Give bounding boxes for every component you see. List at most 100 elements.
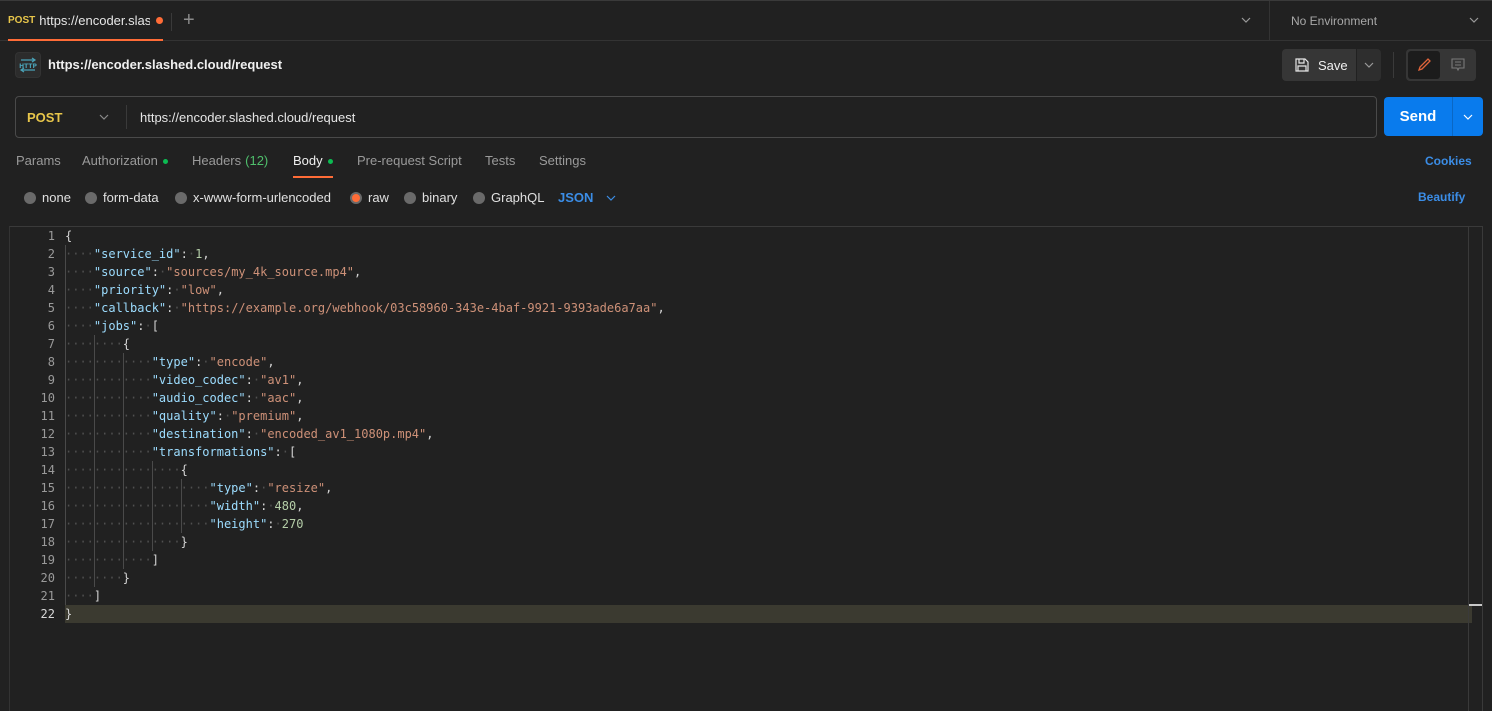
send-options-button[interactable] — [1452, 97, 1483, 136]
divider — [126, 105, 127, 129]
line-number: 18 — [40, 535, 55, 549]
comments-button[interactable] — [1442, 51, 1474, 79]
method-select[interactable]: POST — [16, 97, 127, 137]
line-number: 8 — [47, 355, 55, 369]
url-input[interactable] — [140, 97, 1340, 137]
tab-headers[interactable]: Headers (12) — [192, 153, 268, 178]
save-button[interactable]: Save — [1282, 49, 1356, 81]
chevron-down-icon[interactable] — [1240, 14, 1252, 29]
request-header: HTTP https://encoder.slashed.cloud/reque… — [0, 41, 1492, 89]
save-label: Save — [1318, 57, 1348, 73]
radio-label: x-www-form-urlencoded — [193, 190, 331, 205]
radio-circle-icon — [175, 191, 187, 204]
tab-pre-request-script[interactable]: Pre-request Script — [357, 153, 462, 178]
line-number: 13 — [40, 445, 55, 459]
radio-label: binary — [422, 190, 458, 205]
environment-select[interactable]: No Environment — [1269, 1, 1492, 41]
request-name[interactable]: https://encoder.slashed.cloud/request — [48, 57, 282, 72]
line-number: 16 — [40, 499, 55, 513]
line-number: 7 — [47, 337, 55, 351]
code-line[interactable]: ····"priority":·"low", — [65, 281, 1472, 299]
plus-icon[interactable]: + — [183, 10, 195, 30]
chevron-down-icon — [1463, 114, 1473, 120]
code-line[interactable]: ············"audio_codec":·"aac", — [65, 389, 1472, 407]
tab-method: POST — [8, 14, 36, 26]
code-line[interactable]: ········} — [65, 569, 1472, 587]
line-number: 2 — [47, 247, 55, 261]
code-line[interactable]: ············] — [65, 551, 1472, 569]
radio-circle-icon — [85, 191, 97, 204]
code-line[interactable]: ····"jobs":·[ — [65, 317, 1472, 335]
radio-label: none — [42, 190, 71, 205]
tab-bar: POST https://encoder.slashed.cloud/reque… — [0, 0, 1492, 41]
radio-circle-icon — [404, 191, 416, 204]
body-type-selector: none form-data x-www-form-urlencoded raw… — [0, 186, 1492, 208]
code-line[interactable]: ············"destination":·"encoded_av1_… — [65, 425, 1472, 443]
status-dot-icon — [162, 159, 168, 164]
comment-icon — [1451, 58, 1465, 72]
code-line[interactable]: ····"callback":·"https://example.org/web… — [65, 299, 1472, 317]
tab-title: https://encoder.slashed.cloud/request — [39, 12, 151, 28]
unsaved-indicator-icon — [156, 16, 163, 24]
tab-authorization[interactable]: Authorization — [82, 153, 168, 178]
code-line[interactable]: ················{ — [65, 461, 1472, 479]
radio-label: form-data — [103, 190, 159, 205]
chevron-down-icon — [606, 195, 616, 201]
cookies-link[interactable]: Cookies — [1425, 154, 1472, 168]
raw-language-select[interactable]: JSON — [558, 190, 617, 205]
code-line[interactable]: ············"video_codec":·"av1", — [65, 371, 1472, 389]
code-line[interactable]: ····················"width":·480, — [65, 497, 1472, 515]
radio-raw[interactable]: raw — [350, 190, 389, 205]
line-number: 6 — [47, 319, 55, 333]
send-button[interactable]: Send — [1384, 97, 1452, 136]
chevron-down-icon — [1468, 14, 1480, 29]
radio-graphql[interactable]: GraphQL — [473, 190, 544, 205]
request-tab[interactable]: POST https://encoder.slashed.cloud/reque… — [8, 1, 163, 41]
tab-tests[interactable]: Tests — [485, 153, 515, 178]
code-line[interactable]: ····················"height":·270 — [65, 515, 1472, 533]
code-line[interactable]: ········{ — [65, 335, 1472, 353]
radio-x-www-form-urlencoded[interactable]: x-www-form-urlencoded — [175, 190, 331, 205]
beautify-button[interactable]: Beautify — [1418, 190, 1465, 204]
tab-label: Settings — [539, 153, 586, 168]
tab-params[interactable]: Params — [16, 153, 61, 178]
code-line[interactable]: ····] — [65, 587, 1472, 605]
code-line[interactable]: ····"source":·"sources/my_4k_source.mp4"… — [65, 263, 1472, 281]
chevron-down-icon — [98, 111, 110, 126]
method-label: POST — [27, 109, 63, 125]
editor-scrollbar[interactable] — [1468, 227, 1482, 711]
line-number: 9 — [47, 373, 55, 387]
code-line[interactable]: ····················"type":·"resize", — [65, 479, 1472, 497]
tab-settings[interactable]: Settings — [539, 153, 586, 178]
tab-label: Pre-request Script — [357, 153, 462, 168]
tab-label: Authorization — [82, 153, 158, 168]
radio-label: raw — [368, 190, 389, 205]
indent-guide — [151, 461, 153, 551]
code-line[interactable]: ············"transformations":·[ — [65, 443, 1472, 461]
line-number: 5 — [47, 301, 55, 315]
code-line[interactable]: } — [65, 605, 1472, 623]
edit-mode-button[interactable] — [1408, 51, 1440, 79]
save-icon — [1295, 58, 1309, 72]
code-editor[interactable]: 1 2 3 4 5 6 7 8 9 10 11 12 13 14 15 16 17 18 19 20 21 22 {···… — [9, 226, 1483, 711]
radio-none[interactable]: none — [24, 190, 71, 205]
code-line[interactable]: ····"service_id":·1, — [65, 245, 1472, 263]
line-number: 14 — [40, 463, 55, 477]
radio-binary[interactable]: binary — [404, 190, 457, 205]
code-line[interactable]: ············"quality":·"premium", — [65, 407, 1472, 425]
headers-count: (12) — [245, 153, 269, 168]
view-mode-toggle — [1406, 49, 1476, 81]
line-number: 4 — [47, 283, 55, 297]
code-line[interactable]: ············"type":·"encode", — [65, 353, 1472, 371]
line-number: 17 — [40, 517, 55, 531]
code-line[interactable]: { — [65, 227, 1472, 245]
url-bar: POST — [15, 96, 1377, 138]
code-line[interactable]: ················} — [65, 533, 1472, 551]
code-content[interactable]: {····"service_id":·1, ····"source":·"sour… — [65, 227, 1472, 623]
save-options-button[interactable] — [1357, 49, 1381, 81]
divider — [1393, 52, 1394, 78]
tab-body[interactable]: Body — [293, 153, 333, 178]
indent-guide — [93, 335, 95, 587]
line-number: 1 — [47, 229, 55, 243]
radio-form-data[interactable]: form-data — [85, 190, 159, 205]
